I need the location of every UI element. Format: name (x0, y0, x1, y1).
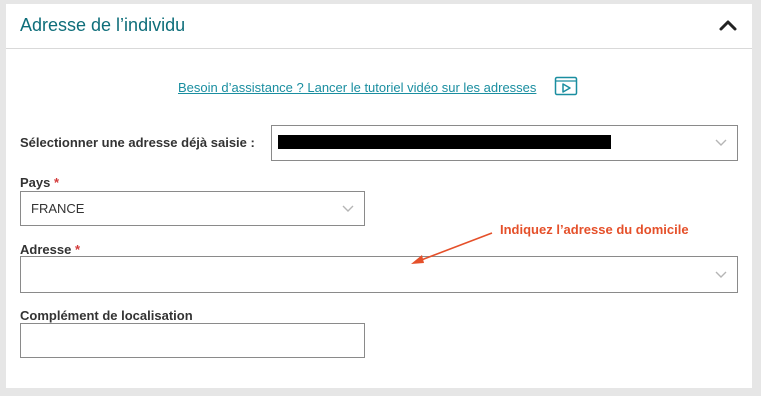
address-label: Adresse * (20, 242, 80, 257)
video-play-icon[interactable] (554, 76, 578, 96)
chevron-down-icon (715, 139, 727, 146)
complement-label: Complément de localisation (20, 308, 193, 323)
video-tutorial-link[interactable]: Besoin d’assistance ? Lancer le tutoriel… (178, 80, 536, 95)
required-asterisk: * (74, 242, 80, 257)
saved-address-select[interactable] (271, 125, 738, 161)
country-value: FRANCE (31, 201, 85, 216)
chevron-down-icon (715, 271, 727, 278)
annotation-callout: Indiquez l’adresse du domicile (500, 222, 689, 237)
complement-input[interactable] (20, 323, 365, 358)
redacted-address-value (278, 135, 611, 149)
address-combobox[interactable] (20, 256, 738, 293)
country-select[interactable]: FRANCE (20, 191, 365, 226)
annotation-arrow (411, 232, 493, 264)
required-asterisk: * (54, 175, 60, 190)
chevron-up-icon[interactable] (718, 18, 738, 32)
section-title: Adresse de l’individu (20, 15, 186, 35)
chevron-down-icon (342, 205, 354, 212)
section-header[interactable]: Adresse de l’individu (6, 4, 752, 49)
address-section-panel: Adresse de l’individu Besoin d’assistanc… (6, 4, 752, 388)
saved-address-label: Sélectionner une adresse déjà saisie : (20, 135, 255, 150)
country-label: Pays * (20, 175, 60, 190)
